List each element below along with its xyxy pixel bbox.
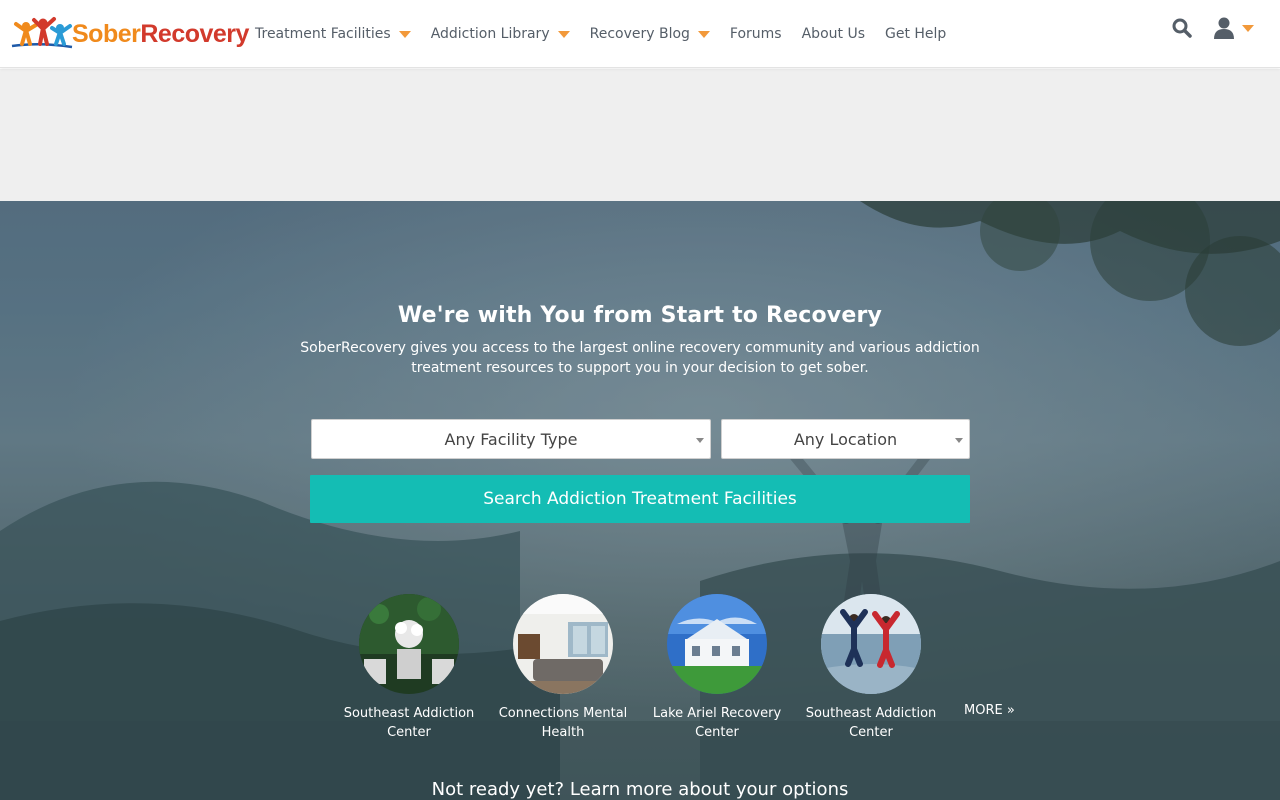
learn-more-heading: Not ready yet? Learn more about your opt… xyxy=(431,779,849,800)
dropdown-arrow-icon xyxy=(696,438,704,443)
caret-down-icon xyxy=(557,31,570,38)
chevron-down-icon xyxy=(1242,25,1254,32)
caret-down-icon xyxy=(697,31,710,38)
facility-photo-image xyxy=(821,594,921,694)
site-header: SoberRecovery Treatment Facilities Addic… xyxy=(0,0,1280,68)
user-icon xyxy=(1214,17,1234,39)
hero-title: We're with You from Start to Recovery xyxy=(397,303,883,328)
logo-text: SoberRecovery xyxy=(72,20,249,49)
nav-label: Recovery Blog xyxy=(589,26,690,42)
facility-photo xyxy=(821,594,921,694)
facility-name: Lake Ariel Recovery Center xyxy=(652,706,782,740)
nav-addiction-library[interactable]: Addiction Library xyxy=(431,26,570,42)
header-actions xyxy=(1171,16,1254,40)
facility-type-select[interactable]: Any Facility Type xyxy=(311,419,711,459)
caret-down-icon xyxy=(398,31,411,38)
logo-figures-icon xyxy=(11,17,73,49)
featured-facility-2[interactable]: Connections Mental Health xyxy=(493,594,633,742)
nav-label: Get Help xyxy=(885,26,947,42)
nav-label: Forums xyxy=(729,26,782,42)
facility-photo xyxy=(513,594,613,694)
featured-facility-4[interactable]: Southeast Addiction Center xyxy=(801,594,941,742)
featured-facility-3[interactable]: Lake Ariel Recovery Center xyxy=(647,594,787,742)
ad-placeholder xyxy=(0,69,1280,201)
search-facilities-button[interactable]: Search Addiction Treatment Facilities xyxy=(310,475,970,523)
dropdown-arrow-icon xyxy=(955,438,963,443)
nav-label: Addiction Library xyxy=(430,26,550,42)
nav-label: About Us xyxy=(801,26,865,42)
facility-type-value: Any Facility Type xyxy=(444,429,578,449)
nav-treatment-facilities[interactable]: Treatment Facilities xyxy=(255,26,411,42)
facility-photo-image xyxy=(513,594,613,694)
facility-photo xyxy=(667,594,767,694)
facility-name: Southeast Addiction Center xyxy=(805,706,937,740)
facility-photo-image xyxy=(359,594,459,694)
main-nav: Treatment Facilities Addiction Library R… xyxy=(255,0,966,68)
nav-forums[interactable]: Forums xyxy=(730,26,782,42)
search-icon[interactable] xyxy=(1171,16,1193,40)
user-menu[interactable] xyxy=(1213,16,1254,40)
hero-subtitle: SoberRecovery gives you access to the la… xyxy=(300,340,980,376)
nav-recovery-blog[interactable]: Recovery Blog xyxy=(590,26,710,42)
hero-section: We're with You from Start to Recovery So… xyxy=(0,201,1280,800)
more-facilities-link[interactable]: MORE » xyxy=(964,703,1015,718)
nav-get-help[interactable]: Get Help xyxy=(885,26,946,42)
logo-text-sober: Sober xyxy=(72,19,141,48)
facility-name: Southeast Addiction Center xyxy=(343,706,475,740)
featured-facility-1[interactable]: Southeast Addiction Center xyxy=(339,594,479,742)
soberrecovery-logo[interactable]: SoberRecovery xyxy=(10,16,249,52)
logo-text-recovery: Recovery xyxy=(140,19,249,48)
location-value: Any Location xyxy=(793,429,898,449)
location-select[interactable]: Any Location xyxy=(721,419,970,459)
facility-photo xyxy=(359,594,459,694)
nav-label: Treatment Facilities xyxy=(255,26,391,42)
nav-about-us[interactable]: About Us xyxy=(802,26,865,42)
facility-name: Connections Mental Health xyxy=(498,706,628,740)
facility-photo-image xyxy=(667,594,767,694)
